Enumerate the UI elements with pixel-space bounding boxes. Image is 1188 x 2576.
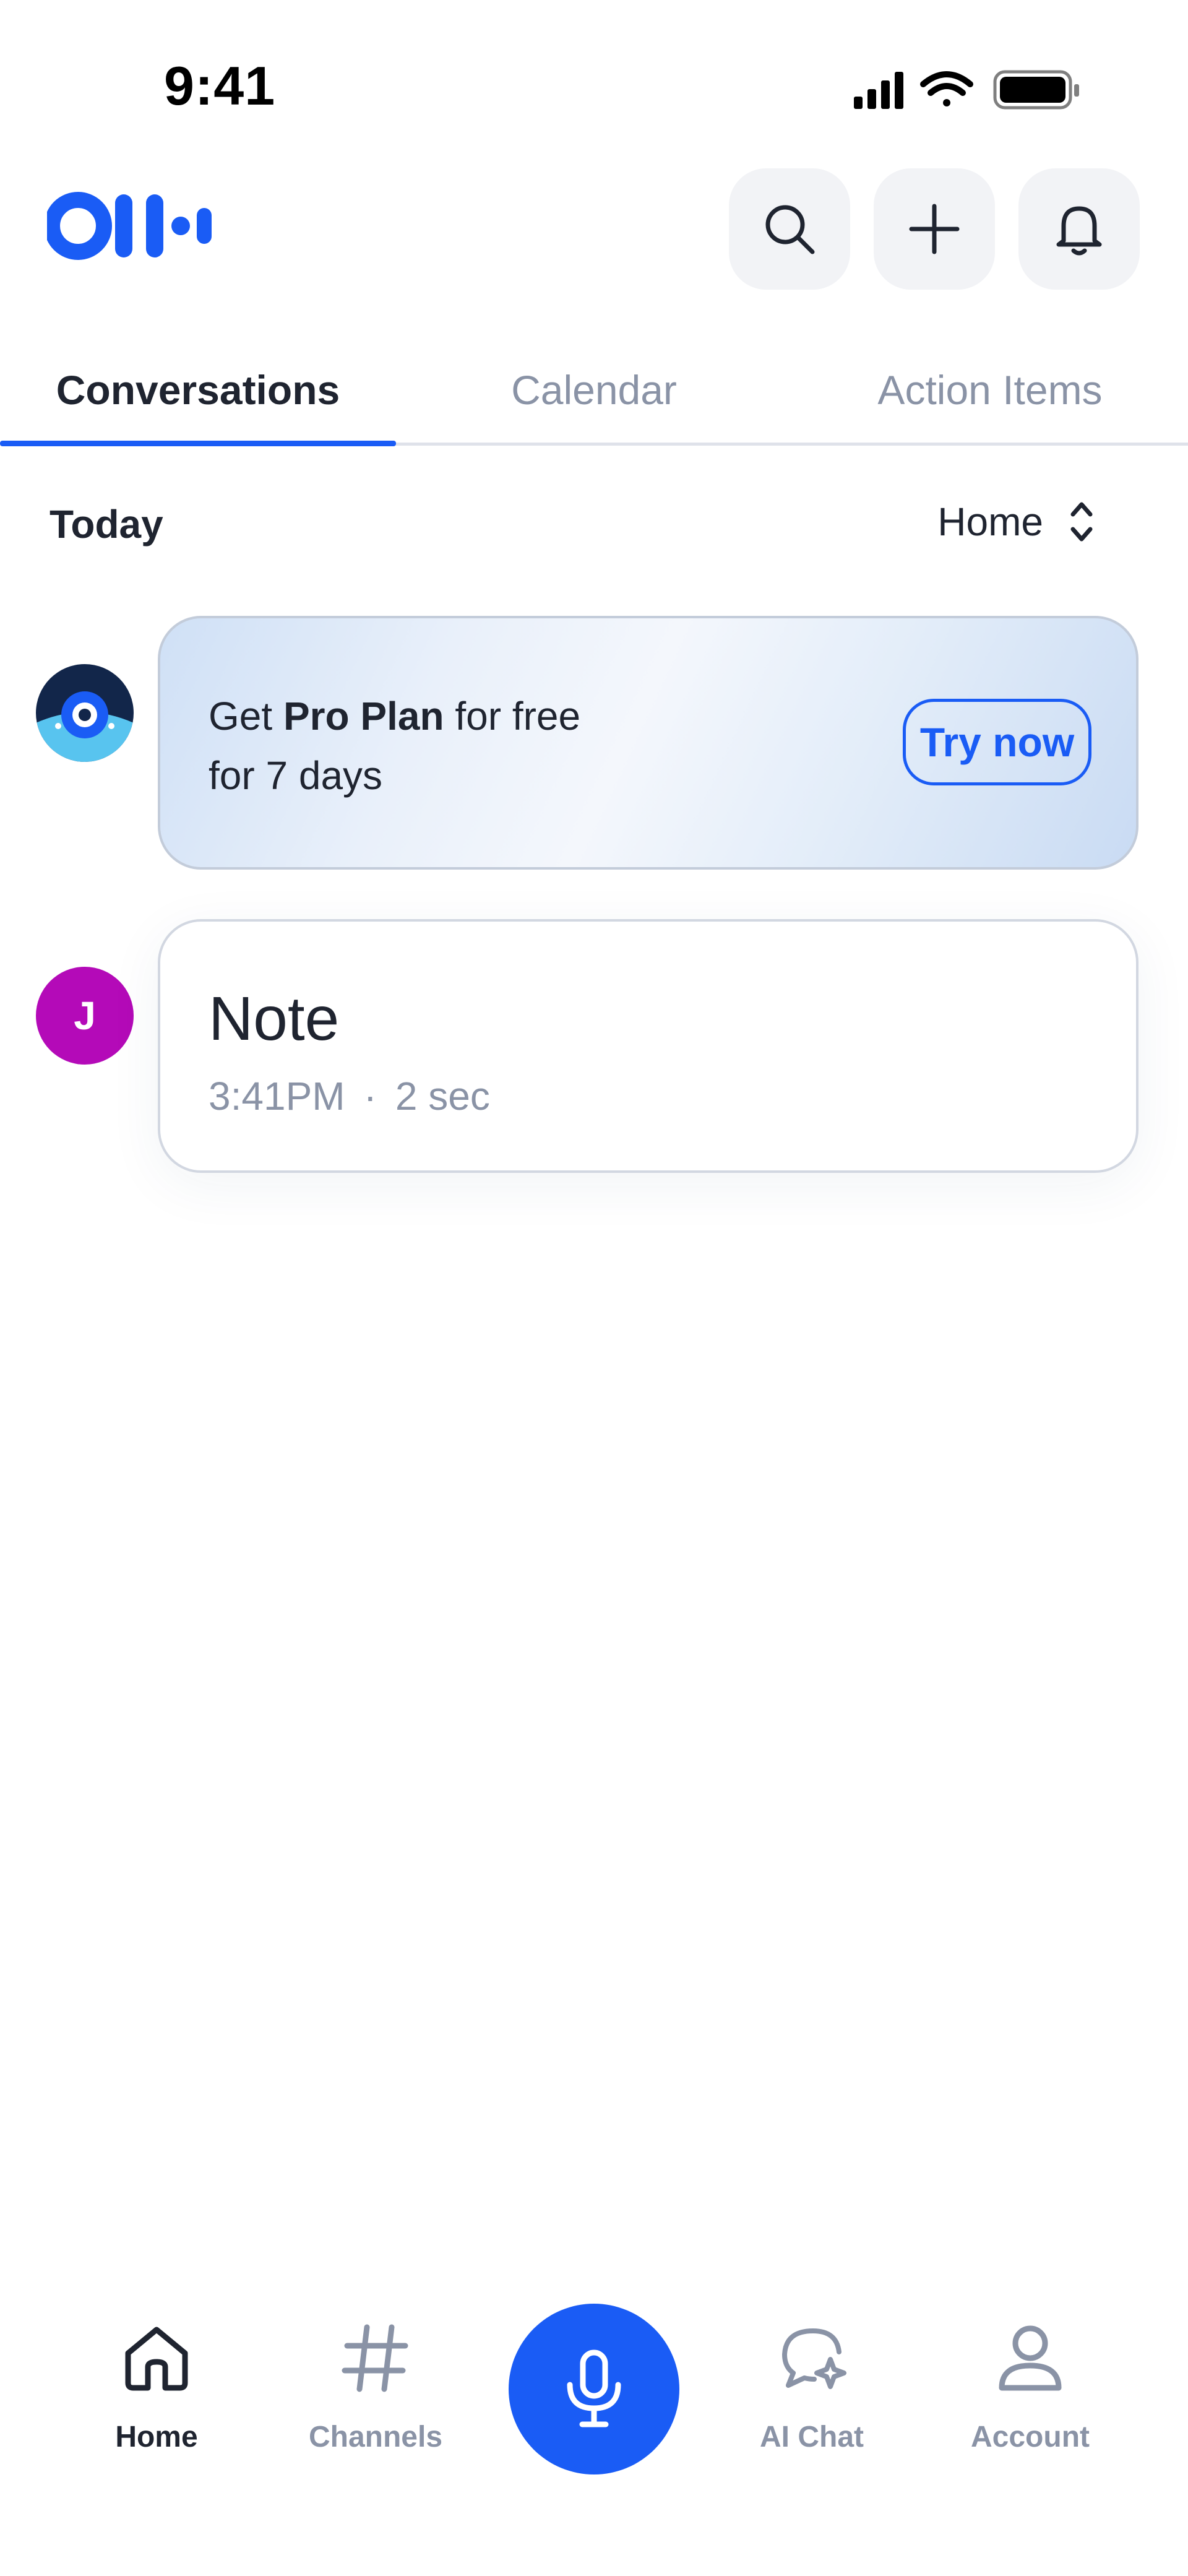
account-icon xyxy=(999,2325,1062,2391)
nav-ai-chat[interactable]: AI Chat xyxy=(731,2321,892,2476)
nav-account-label: Account xyxy=(971,2421,1090,2453)
notifications-button[interactable] xyxy=(1018,168,1140,290)
plus-icon xyxy=(909,204,960,254)
nav-home[interactable]: Home xyxy=(76,2321,237,2476)
promo-text: Get Pro Plan for free for 7 days xyxy=(209,686,580,805)
nav-channels-label: Channels xyxy=(308,2421,443,2453)
workspace-filter[interactable]: Home xyxy=(937,498,1095,545)
tab-bar: Conversations Calendar Action Items xyxy=(0,337,1188,446)
tab-action-items[interactable]: Action Items xyxy=(792,337,1188,443)
ai-chat-icon xyxy=(782,2328,846,2389)
tab-conversations[interactable]: Conversations xyxy=(0,337,396,443)
promo-suffix: for free xyxy=(444,694,581,738)
home-icon xyxy=(125,2327,188,2391)
chevron-up-down-icon xyxy=(1070,502,1093,542)
nav-home-label: Home xyxy=(115,2421,198,2453)
active-tab-indicator xyxy=(0,441,396,446)
record-button[interactable] xyxy=(509,2304,679,2474)
try-now-button[interactable]: Try now xyxy=(903,699,1091,785)
promo-line2: for 7 days xyxy=(209,753,383,798)
meta-separator: · xyxy=(363,1074,377,1118)
hash-icon xyxy=(342,2324,408,2392)
signal-icon xyxy=(854,72,903,109)
add-button[interactable] xyxy=(874,168,995,290)
workspace-filter-label: Home xyxy=(937,499,1043,544)
bell-icon xyxy=(1056,206,1102,256)
conversation-title: Note xyxy=(209,984,340,1053)
wifi-icon xyxy=(920,71,973,106)
search-icon xyxy=(765,205,815,254)
promo-plan-name: Pro Plan xyxy=(283,694,444,738)
conversation-duration: 2 sec xyxy=(395,1074,490,1118)
conversation-time: 3:41PM xyxy=(209,1074,345,1118)
tab-calendar[interactable]: Calendar xyxy=(396,337,792,443)
battery-icon xyxy=(993,70,1079,110)
otter-assistant-avatar xyxy=(36,664,134,762)
section-title: Today xyxy=(50,502,163,547)
promo-prefix: Get xyxy=(209,694,283,738)
nav-ai-chat-label: AI Chat xyxy=(760,2421,864,2453)
status-time: 9:41 xyxy=(164,55,276,116)
conversation-card[interactable]: Note 3:41PM · 2 sec xyxy=(158,919,1138,1173)
microphone-icon xyxy=(567,2349,621,2427)
avatar: J xyxy=(36,967,134,1065)
search-button[interactable] xyxy=(729,168,850,290)
pro-plan-promo-card: Get Pro Plan for free for 7 days Try now xyxy=(158,616,1138,870)
conversation-meta: 3:41PM · 2 sec xyxy=(209,1073,490,1119)
status-icons xyxy=(854,70,1079,110)
nav-account[interactable]: Account xyxy=(950,2321,1111,2476)
nav-channels[interactable]: Channels xyxy=(295,2321,456,2476)
otter-logo xyxy=(47,192,212,260)
